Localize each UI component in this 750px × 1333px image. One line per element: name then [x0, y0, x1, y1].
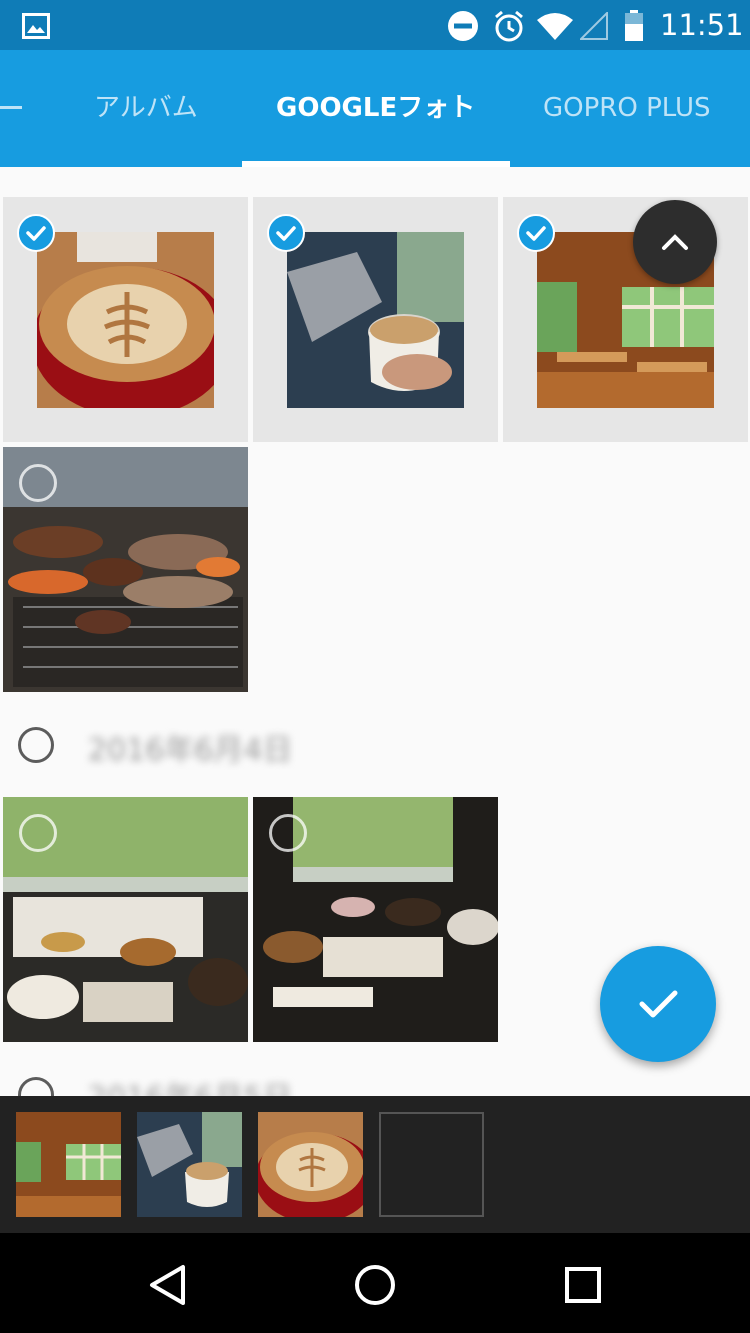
photo-pouring-milk [287, 232, 464, 408]
home-icon[interactable] [345, 1261, 405, 1309]
alarm-icon [495, 10, 523, 42]
confirm-selection-button[interactable] [600, 946, 716, 1062]
navigation-bar [0, 1233, 750, 1333]
tab-albums[interactable]: アルバム [94, 50, 198, 167]
tab-bar: アルバム GOOGLEフォト GOPRO PLUS [0, 50, 750, 167]
selected-check-icon[interactable] [267, 214, 305, 252]
checkmark-icon [639, 990, 678, 1018]
wifi-icon [537, 13, 573, 40]
date-select-radio[interactable] [18, 727, 54, 763]
tray-empty-slot [379, 1112, 484, 1217]
chevron-up-icon [662, 234, 688, 250]
battery-icon [625, 10, 643, 41]
checkmark-icon [276, 226, 296, 241]
tray-thumbnail-latte-art[interactable] [258, 1112, 363, 1217]
tab-previous-edge[interactable] [0, 106, 22, 109]
date-header: 2016年6月4日 [0, 695, 750, 795]
back-icon[interactable] [138, 1263, 198, 1307]
date-label: 2016年6月5日 [88, 1073, 293, 1096]
image-icon [22, 13, 50, 39]
checkmark-icon [526, 226, 546, 241]
active-tab-indicator [242, 161, 510, 167]
selected-check-icon[interactable] [517, 214, 555, 252]
recents-icon[interactable] [553, 1263, 613, 1307]
do-not-disturb-icon [448, 11, 478, 41]
scroll-to-top-button[interactable] [633, 200, 717, 284]
select-radio[interactable] [269, 814, 307, 852]
tray-thumbnail-cafe-interior[interactable] [16, 1112, 121, 1217]
tab-google-photos[interactable]: GOOGLEフォト [276, 50, 475, 167]
photo-item-restaurant-1[interactable] [3, 797, 248, 1042]
checkmark-icon [26, 226, 46, 241]
status-bar: 11:51 [0, 0, 750, 50]
tab-gopro-plus[interactable]: GOPRO PLUS [543, 50, 711, 167]
photo-item-pouring-milk[interactable] [253, 197, 498, 442]
date-select-radio[interactable] [18, 1077, 54, 1096]
tray-thumbnail-pouring-milk[interactable] [137, 1112, 242, 1217]
selection-tray [0, 1096, 750, 1233]
status-clock: 11:51 [660, 8, 744, 42]
date-label: 2016年6月4日 [88, 733, 293, 768]
signal-icon [580, 12, 608, 40]
select-radio[interactable] [19, 464, 57, 502]
photo-latte-art [37, 232, 214, 408]
photo-item-latte-art[interactable] [3, 197, 248, 442]
photo-item-restaurant-2[interactable] [253, 797, 498, 1042]
select-radio[interactable] [19, 814, 57, 852]
selected-check-icon[interactable] [17, 214, 55, 252]
photo-item-grilled-sausages[interactable] [3, 447, 248, 692]
